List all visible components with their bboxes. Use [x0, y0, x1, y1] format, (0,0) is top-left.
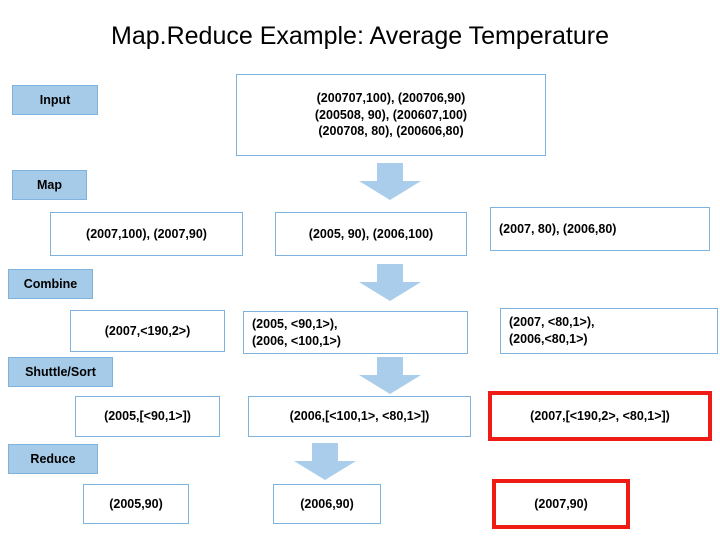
combine-box-2-line: (2005, <90,1>), [252, 316, 338, 331]
arrow-input-to-map [358, 163, 422, 201]
combine-box-3-line: (2007, <80,1>), [509, 315, 595, 330]
stage-label-shuffle-sort: Shuttle/Sort [8, 357, 113, 387]
page-title: Map.Reduce Example: Average Temperature [111, 22, 609, 50]
arrow-map-to-combine [358, 264, 422, 302]
shuffle-box-1: (2005,[<90,1>]) [75, 396, 220, 437]
combine-box-1: (2007,<190,2>) [70, 310, 225, 352]
reduce-box-1: (2005,90) [83, 484, 189, 524]
combine-box-3: (2007, <80,1>), (2006,<80,1>) [500, 308, 718, 354]
input-box-line: (200708, 80), (200606,80) [318, 124, 464, 139]
input-box-line: (200508, 90), (200607,100) [314, 107, 468, 122]
map-box-3: (2007, 80), (2006,80) [490, 207, 710, 251]
map-box-1: (2007,100), (2007,90) [50, 212, 243, 256]
combine-box-2-line: (2006, <100,1>) [252, 333, 341, 348]
combine-box-3-line: (2006,<80,1>) [509, 332, 588, 346]
stage-label-reduce: Reduce [8, 444, 98, 474]
arrow-shuffle-to-reduce [293, 443, 357, 481]
reduce-box-3-highlighted: (2007,90) [492, 479, 630, 529]
combine-box-2: (2005, <90,1>), (2006, <100,1>) [243, 311, 468, 354]
stage-label-map: Map [12, 170, 87, 200]
shuffle-box-3-highlighted: (2007,[<190,2>, <80,1>]) [488, 391, 712, 441]
input-box: (200707,100), (200706,90) (200508, 90), … [236, 74, 546, 156]
input-box-line: (200707,100), (200706,90) [316, 90, 466, 105]
slide-canvas: Map.Reduce Example: Average Temperature … [0, 0, 720, 540]
stage-label-combine: Combine [8, 269, 93, 299]
shuffle-box-2: (2006,[<100,1>, <80,1>]) [248, 396, 471, 437]
map-box-2: (2005, 90), (2006,100) [275, 212, 467, 256]
reduce-box-2: (2006,90) [273, 484, 381, 524]
stage-label-input: Input [12, 85, 98, 115]
arrow-combine-to-shuffle [358, 357, 422, 395]
